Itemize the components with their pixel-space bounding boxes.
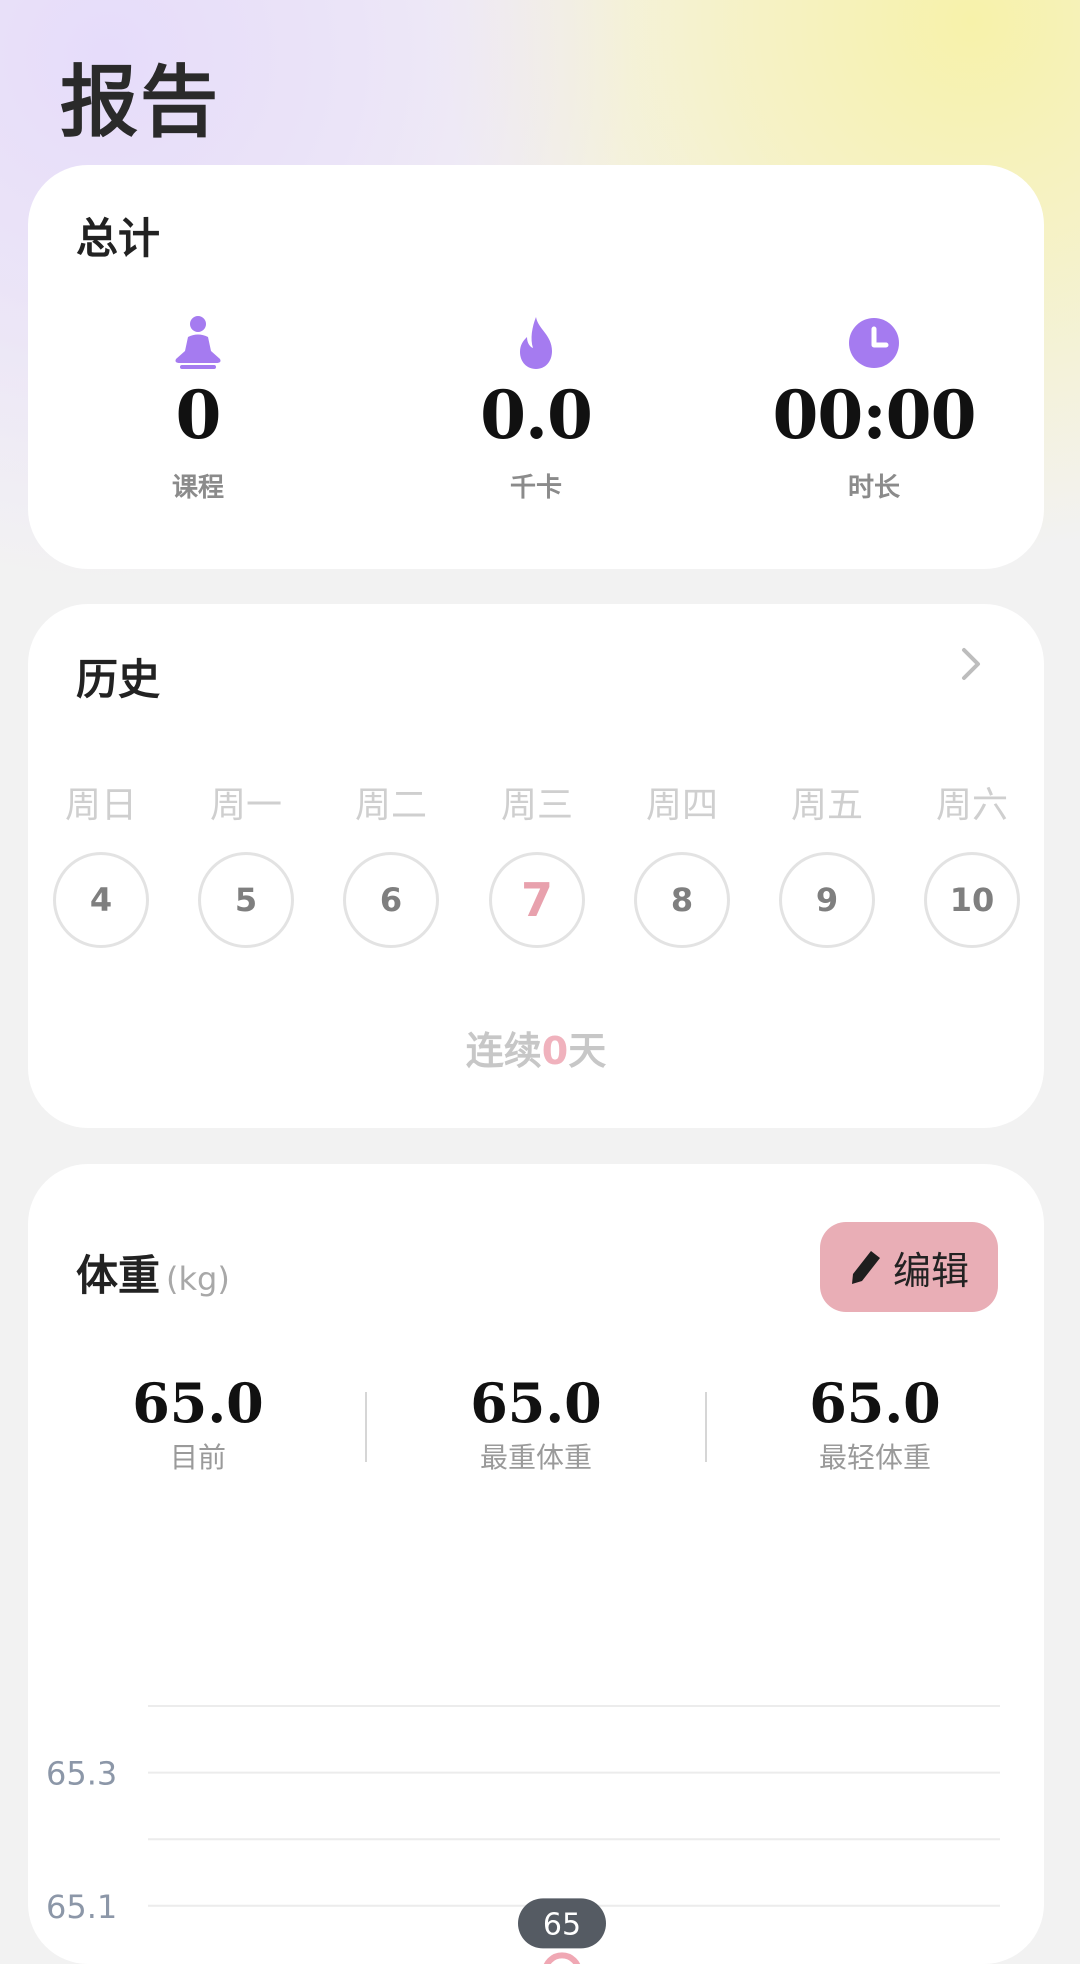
stat-duration: 00:00 时长: [744, 315, 1004, 504]
point-label: 65: [543, 1907, 581, 1942]
day-circle[interactable]: 10: [924, 852, 1020, 948]
stat-courses: 0 课程: [68, 315, 328, 504]
totals-card: 总计 0 课程 0.0 千卡 00:00 时长: [28, 165, 1044, 569]
duration-label: 时长: [847, 473, 900, 503]
weekday-label: 周一: [209, 785, 282, 826]
streak-suffix: 天: [568, 1029, 607, 1073]
stat-calories: 0.0 千卡: [406, 315, 666, 504]
duration-value: 00:00: [772, 376, 976, 454]
weekday-label: 周日: [64, 785, 137, 826]
day-circle[interactable]: 8: [634, 852, 730, 948]
day-circle[interactable]: 4: [53, 852, 149, 948]
flame-icon: [520, 317, 552, 369]
y-tick-label: 65.3: [46, 1755, 117, 1793]
streak-count: 0: [541, 1029, 569, 1073]
weekday-label: 周五: [790, 785, 863, 826]
weight-card: 体重 (kg) 编辑 65.0 目前 65.0 最重体重 65.0 最轻体重 65…: [28, 1164, 1044, 1964]
weekday-label: 周三: [500, 785, 573, 826]
y-tick-label: 65.1: [46, 1888, 117, 1926]
meditation-icon: [175, 316, 221, 369]
courses-label: 课程: [171, 473, 224, 503]
totals-title: 总计: [76, 214, 161, 263]
calories-label: 千卡: [509, 473, 562, 503]
streak-prefix: 连续: [465, 1029, 542, 1073]
day-circle[interactable]: 9: [779, 852, 875, 948]
chevron-right-icon[interactable]: [952, 644, 992, 684]
history-title: 历史: [76, 655, 161, 704]
weight-chart: 65.3 65.1 65: [46, 1705, 1000, 1964]
streak-text: 连续0天: [28, 1020, 1044, 1075]
day-circle[interactable]: 5: [198, 852, 294, 948]
weekday-label: 周四: [645, 785, 718, 826]
page-title: 报告: [60, 58, 221, 148]
day-circle[interactable]: 6: [343, 852, 439, 948]
history-card[interactable]: 历史 周日 周一 周二 周三 周四 周五 周六 4 5 6 7 8 9 10 连…: [28, 604, 1044, 1128]
weekday-label: 周六: [935, 785, 1008, 826]
courses-value: 0: [175, 376, 222, 454]
day-circle-today[interactable]: 7: [489, 852, 585, 948]
weekday-label: 周二: [354, 785, 427, 826]
data-point: [543, 1952, 581, 1964]
calories-value: 0.0: [480, 376, 593, 454]
clock-icon: [849, 318, 899, 368]
